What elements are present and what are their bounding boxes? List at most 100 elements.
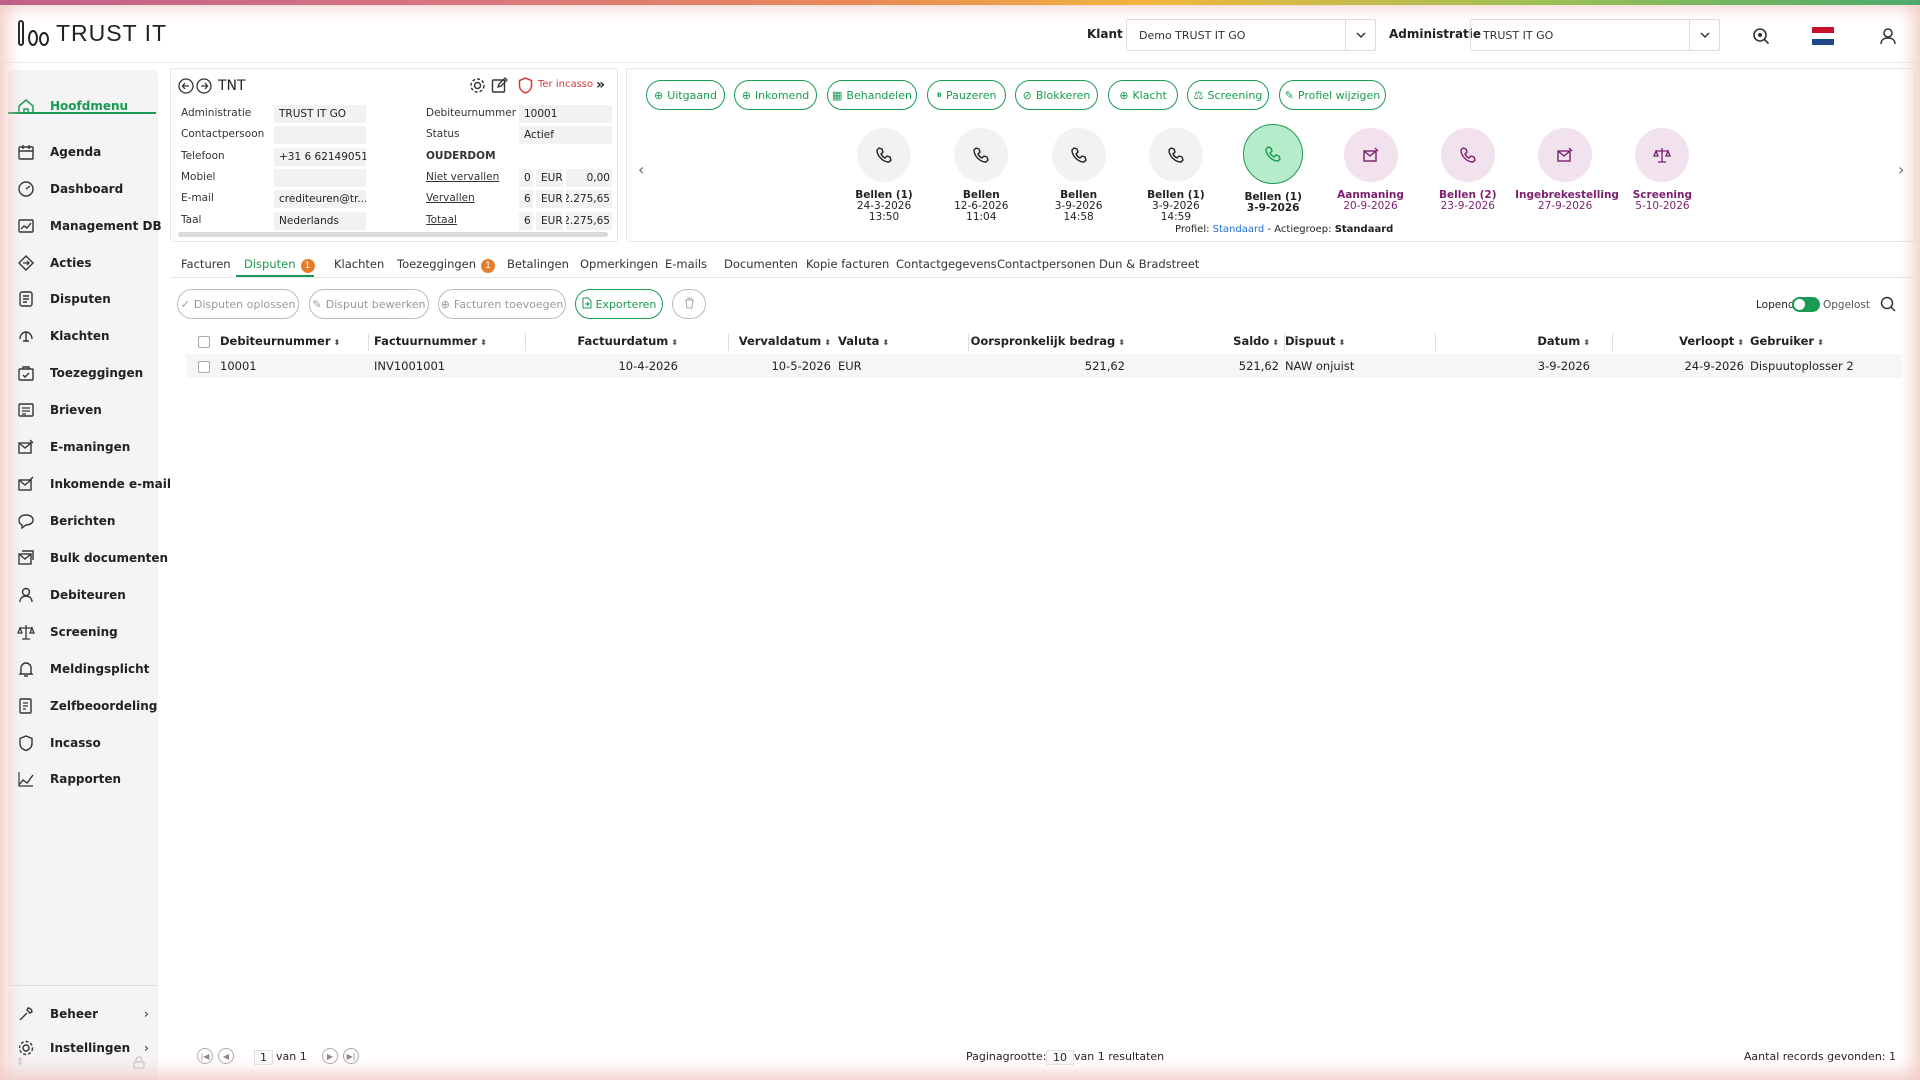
action-inkomend-button[interactable]: ⊕ Inkomend	[734, 80, 817, 110]
sidebar-item-acties[interactable]: Acties	[8, 249, 158, 277]
sidebar-item-hoofdmenu[interactable]: Hoofdmenu	[8, 92, 158, 120]
aging-label-link[interactable]: Vervallen	[426, 192, 475, 204]
timeline-item[interactable]: Aanmaning 20-9-2026	[1321, 128, 1421, 212]
last-page-icon[interactable]: ▶|	[343, 1048, 359, 1064]
sidebar-item-rapporten[interactable]: Rapporten	[8, 765, 158, 793]
tab-documenten[interactable]: Documenten	[724, 257, 798, 271]
aging-label-link[interactable]: Totaal	[426, 214, 457, 226]
table-search-icon[interactable]	[1880, 296, 1896, 315]
sidebar-item-dashboard[interactable]: Dashboard	[8, 175, 158, 203]
timeline-item[interactable]: Screening 5-10-2026	[1612, 128, 1712, 212]
user-profile-icon[interactable]	[1877, 25, 1899, 47]
tab-contactpersonen[interactable]: Contactpersonen	[997, 257, 1096, 271]
tab-betalingen[interactable]: Betalingen	[507, 257, 569, 271]
prev-page-icon[interactable]: ◀	[218, 1048, 234, 1064]
tab-e-mails[interactable]: E-mails	[665, 257, 707, 271]
timeline-item[interactable]: Bellen (1) 24-3-2026 13:50	[834, 128, 934, 223]
tab-opmerkingen[interactable]: Opmerkingen	[580, 257, 658, 271]
invoices-add-button[interactable]: ⊕ Facturen toevoegen	[438, 289, 566, 319]
timeline-item[interactable]: Bellen (1) 3-9-2026 14:59	[1126, 128, 1226, 223]
incasso-shield-icon[interactable]	[518, 77, 533, 97]
sidebar-item-bulk-documenten[interactable]: Bulk documenten	[8, 544, 168, 572]
action-klacht-button[interactable]: ⊕ Klacht	[1108, 80, 1178, 110]
action-pauzeren-button[interactable]: ⏸ Pauzeren	[927, 80, 1006, 110]
lock-icon[interactable]	[133, 1056, 145, 1072]
sidebar-item-berichten[interactable]: Berichten	[8, 507, 158, 535]
back-icon[interactable]	[178, 78, 194, 97]
action-behandelen-button[interactable]: ▦ Behandelen	[827, 80, 917, 110]
page-number[interactable]: 1	[254, 1050, 273, 1065]
column-header[interactable]: Dispuut ⬍	[1285, 334, 1345, 348]
sidebar-item-e-maningen[interactable]: E-maningen	[8, 433, 158, 461]
timeline-item[interactable]: Ingebrekestelling 27-9-2026	[1515, 128, 1619, 212]
export-button[interactable]: Exporteren	[575, 289, 663, 319]
tab-toezeggingen[interactable]: Toezeggingen 1	[397, 257, 496, 273]
forward-icon[interactable]	[196, 78, 212, 97]
column-header[interactable]: Gebruiker ⬍	[1750, 334, 1824, 348]
select-all-checkbox[interactable]	[198, 336, 210, 348]
edit-icon[interactable]	[491, 77, 508, 97]
timeline-next-icon[interactable]: ›	[1898, 160, 1904, 179]
next-page-icon[interactable]: ▶	[322, 1048, 338, 1064]
row-checkbox[interactable]	[198, 361, 210, 373]
tab-facturen[interactable]: Facturen	[181, 257, 231, 271]
settings-gear-icon[interactable]	[469, 77, 486, 97]
column-header[interactable]: Datum ⬍	[1537, 334, 1590, 348]
sort-icon: ⬍	[480, 338, 487, 347]
column-header[interactable]: Valuta ⬍	[838, 334, 889, 348]
timeline-item[interactable]: Bellen 3-9-2026 14:58	[1029, 128, 1129, 223]
dispute-edit-button[interactable]: ✎ Dispuut bewerken	[309, 289, 429, 319]
administratie-select[interactable]: TRUST IT GO	[1470, 19, 1720, 51]
action-screening-button[interactable]: ⚖ Screening	[1187, 80, 1269, 110]
first-page-icon[interactable]: |◀	[197, 1048, 213, 1064]
timeline-item[interactable]: Bellen (2) 23-9-2026	[1418, 128, 1518, 212]
action-profiel-wijzigen-button[interactable]: ✎ Profiel wijzigen	[1279, 80, 1386, 110]
sidebar-item-meldingsplicht[interactable]: Meldingsplicht	[8, 655, 158, 683]
tab-dun-bradstreet[interactable]: Dun & Bradstreet	[1099, 257, 1199, 271]
tab-contactgegevens[interactable]: Contactgegevens	[896, 257, 997, 271]
sidebar-item-zelfbeoordeling[interactable]: Zelfbeoordeling	[8, 692, 158, 720]
action-blokkeren-button[interactable]: ⊘ Blokkeren	[1015, 80, 1098, 110]
status-toggle[interactable]	[1792, 297, 1820, 312]
timeline-prev-icon[interactable]: ‹	[638, 160, 644, 179]
sidebar-item-debiteuren[interactable]: Debiteuren	[8, 581, 158, 609]
debtor-card-scrollbar[interactable]	[178, 232, 608, 237]
profiel-value[interactable]: Standaard	[1213, 224, 1265, 235]
column-header[interactable]: Saldo ⬍	[1233, 334, 1279, 348]
action-uitgaand-button[interactable]: ⊕ Uitgaand	[646, 80, 725, 110]
sidebar-item-toezeggingen[interactable]: Toezeggingen	[8, 359, 158, 387]
column-header[interactable]: Oorspronkelijk bedrag ⬍	[971, 334, 1125, 348]
column-header[interactable]: Factuurnummer ⬍	[374, 334, 487, 348]
logo[interactable]: TRUST IT	[18, 19, 167, 47]
table-cell: 10-5-2026	[771, 359, 831, 373]
sidebar-item-brieven[interactable]: Brieven	[8, 396, 158, 424]
tab-kopie-facturen[interactable]: Kopie facturen	[806, 257, 889, 271]
disputes-solve-button[interactable]: ✓ Disputen oplossen	[177, 289, 299, 319]
tab-klachten[interactable]: Klachten	[334, 257, 384, 271]
aging-label-link[interactable]: Niet vervallen	[426, 171, 499, 183]
global-search-icon[interactable]	[1750, 25, 1772, 47]
klant-select[interactable]: Demo TRUST IT GO	[1126, 19, 1376, 51]
sidebar-item-incasso[interactable]: Incasso	[8, 729, 158, 757]
sidebar-item-screening[interactable]: Screening	[8, 618, 158, 646]
page-size-input[interactable]: 10	[1046, 1050, 1074, 1065]
incasso-label[interactable]: Ter incasso	[538, 79, 593, 90]
timeline-item[interactable]: Bellen (1) 3-9-2026	[1223, 124, 1323, 214]
sidebar-item-disputen[interactable]: Disputen	[8, 285, 158, 313]
column-header[interactable]: Factuurdatum ⬍	[577, 334, 678, 348]
delete-button[interactable]	[672, 289, 706, 319]
timeline-time: 14:58	[1063, 211, 1094, 223]
sidebar-item-beheer[interactable]: Beheer ›	[8, 1000, 158, 1028]
column-header[interactable]: Verloopt ⬍	[1679, 334, 1744, 348]
sidebar-item-klachten[interactable]: Klachten	[8, 322, 158, 350]
dutch-flag-icon[interactable]	[1812, 25, 1834, 47]
sidebar-item-management-db[interactable]: Management DB	[8, 212, 162, 240]
double-chevron-right-icon[interactable]: »	[596, 77, 605, 93]
expand-icon[interactable]: ⇕	[16, 1057, 24, 1068]
column-header[interactable]: Debiteurnummer ⬍	[220, 334, 340, 348]
timeline-item[interactable]: Bellen 12-6-2026 11:04	[931, 128, 1031, 223]
sidebar-item-agenda[interactable]: Agenda	[8, 138, 158, 166]
sidebar-item-inkomende-e-mail[interactable]: Inkomende e-mail	[8, 470, 171, 498]
tab-disputen[interactable]: Disputen 1	[244, 257, 315, 273]
column-header[interactable]: Vervaldatum ⬍	[739, 334, 831, 348]
